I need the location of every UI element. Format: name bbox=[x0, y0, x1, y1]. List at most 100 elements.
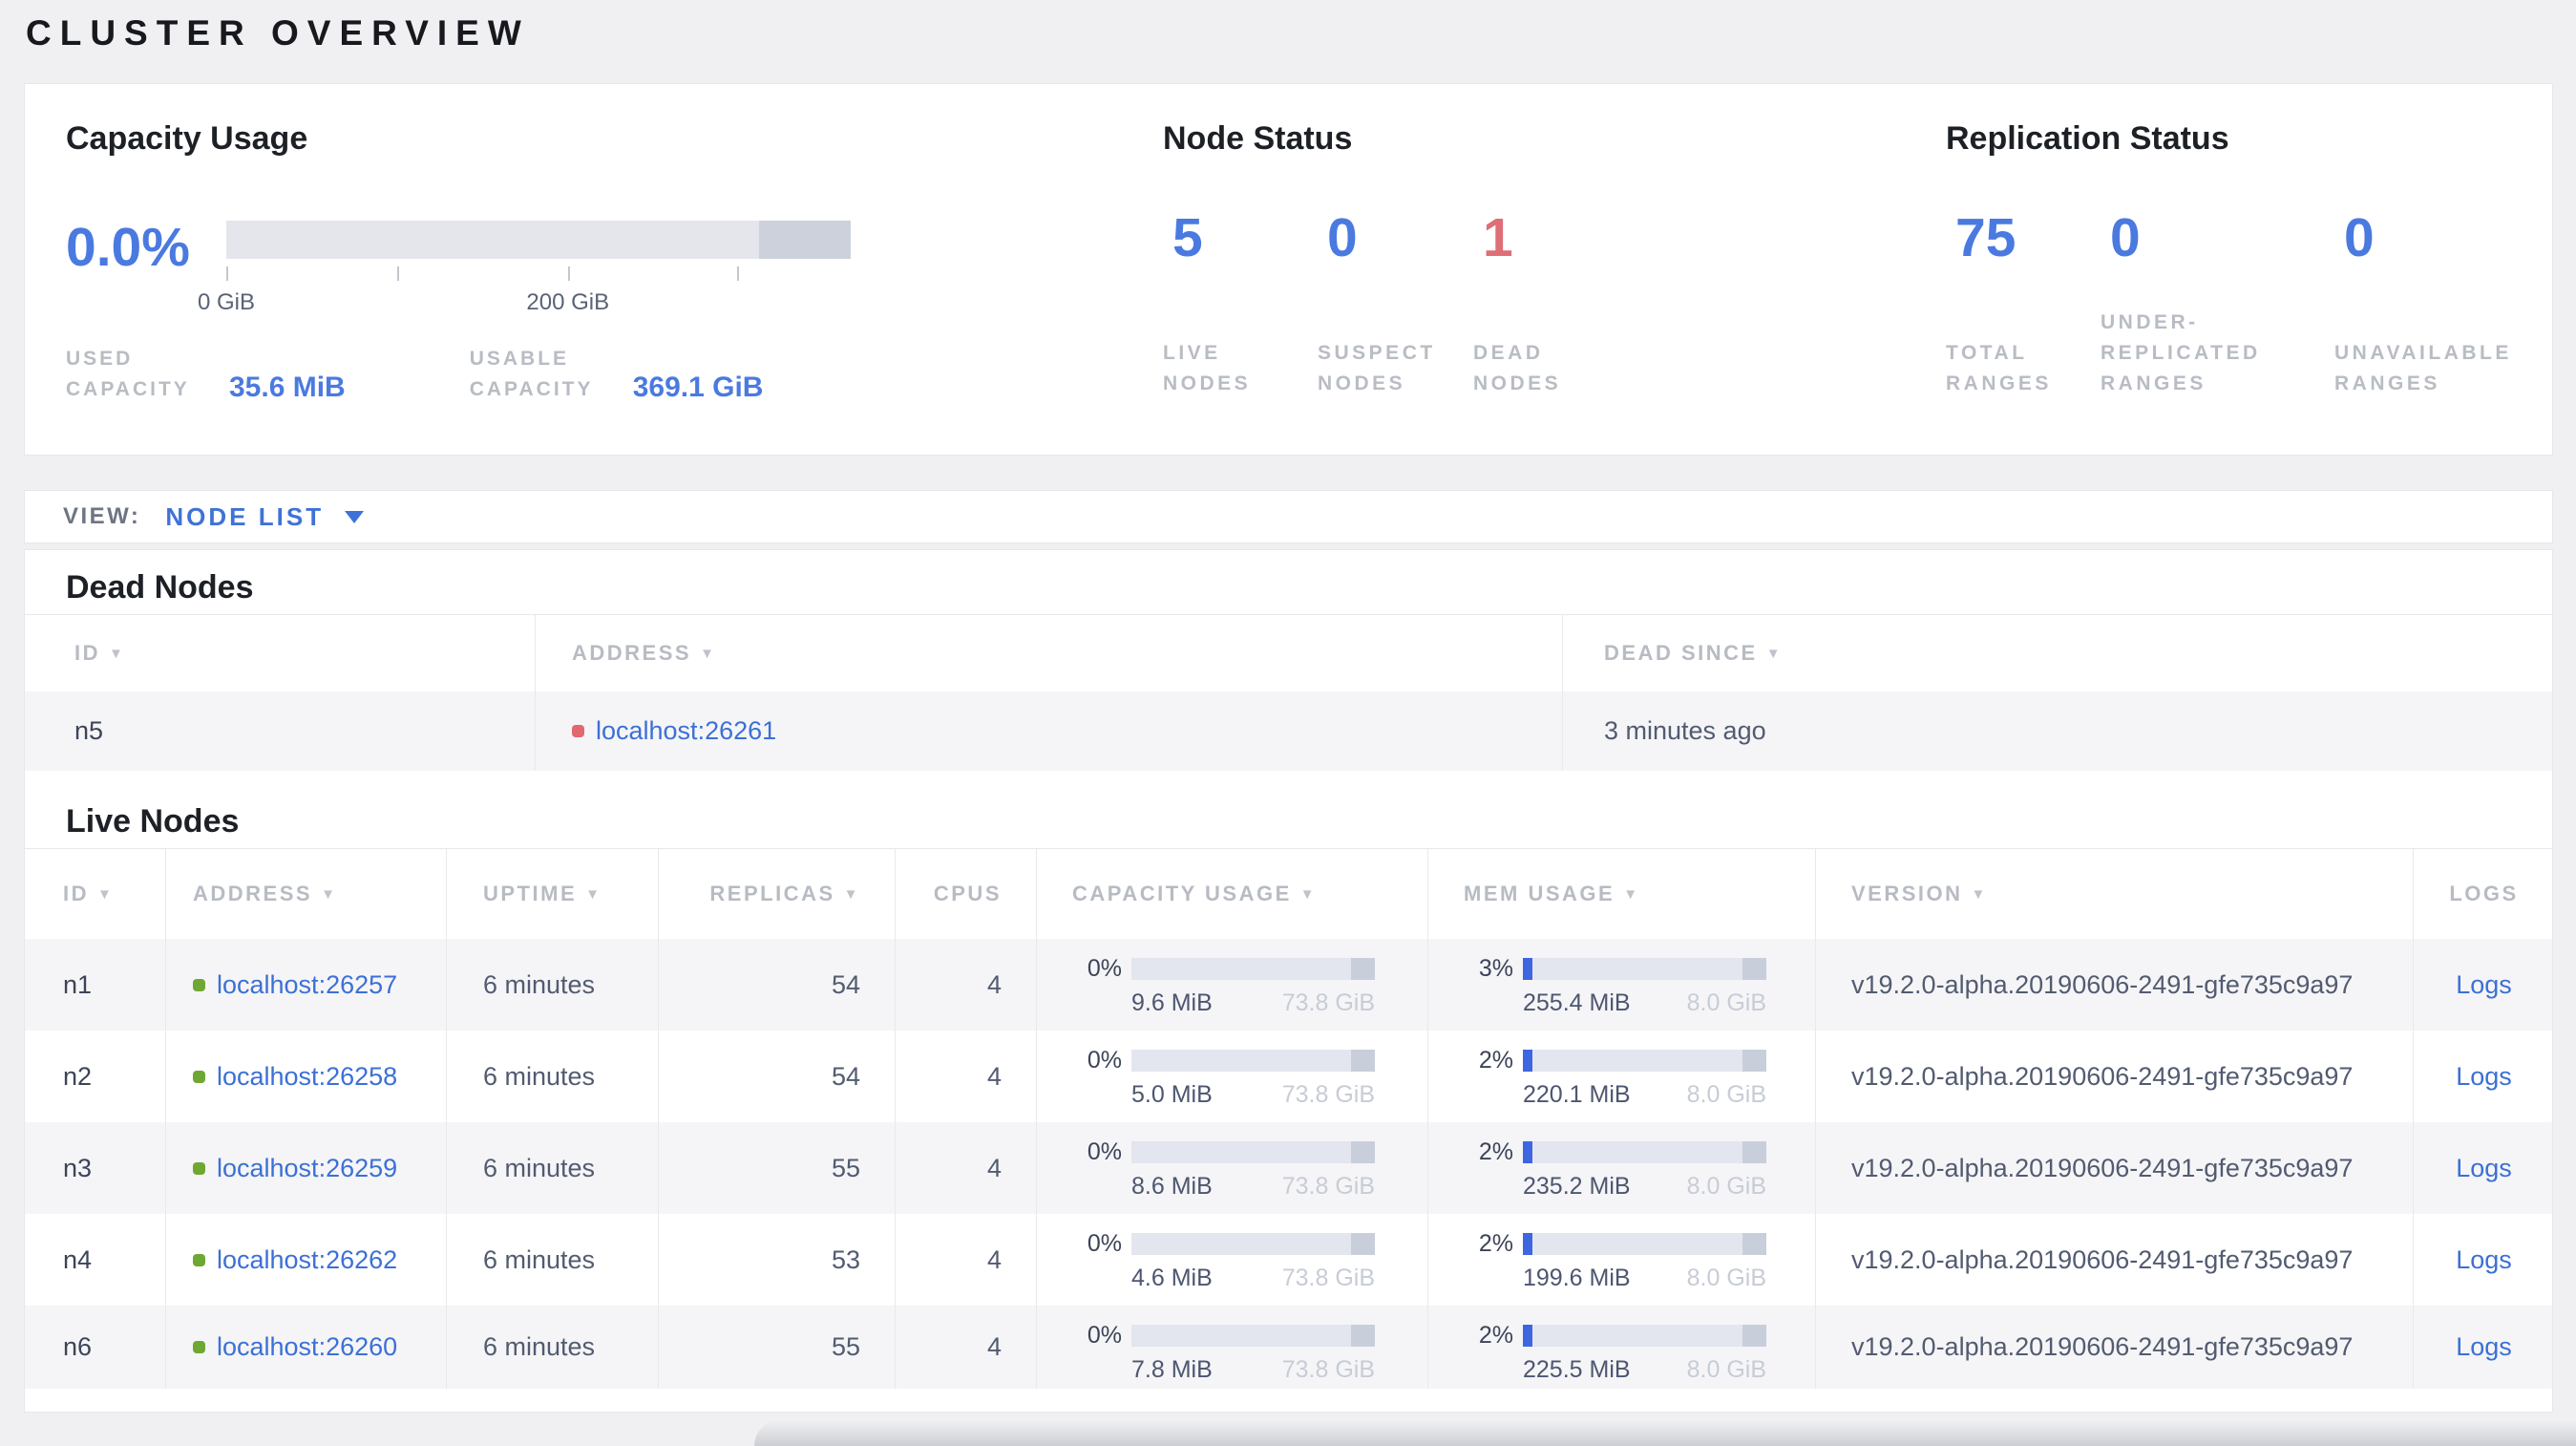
capacity-percent: 0% bbox=[1087, 1138, 1122, 1165]
sort-arrow-icon: ▼ bbox=[585, 885, 602, 903]
node-address-cell: localhost:26260 bbox=[165, 1306, 446, 1389]
mem-reserved-segment bbox=[1742, 1325, 1766, 1347]
dead-col-dead-since[interactable]: DEAD SINCE ▼ bbox=[1562, 615, 2552, 691]
live-col-replicas[interactable]: REPLICAS ▼ bbox=[658, 849, 895, 939]
live-col-mem-usage[interactable]: MEM USAGE ▼ bbox=[1427, 849, 1815, 939]
node-address-link[interactable]: localhost:26262 bbox=[217, 1245, 397, 1275]
used-capacity-value: 35.6 MiB bbox=[229, 372, 346, 403]
chevron-down-icon bbox=[345, 510, 365, 523]
node-cpus: 4 bbox=[895, 939, 1036, 1031]
dead-nodes-header-row: ID ▼ ADDRESS ▼ DEAD SINCE ▼ bbox=[25, 614, 2552, 691]
dead-col-address[interactable]: ADDRESS ▼ bbox=[535, 615, 1562, 691]
node-address-cell: localhost:26259 bbox=[165, 1122, 446, 1214]
live-col-version[interactable]: VERSION ▼ bbox=[1815, 849, 2413, 939]
unavailable-ranges-stat: 0 UNAVAILABLE RANGES bbox=[2334, 206, 2549, 399]
suspect-nodes-stat: 0 SUSPECT NODES bbox=[1318, 206, 1473, 399]
used-capacity-label: USED CAPACITY bbox=[66, 348, 190, 400]
node-id: n3 bbox=[63, 1153, 93, 1182]
capacity-mini-bar bbox=[1131, 1325, 1375, 1347]
total-ranges-stat: 75 TOTAL RANGES bbox=[1946, 206, 2101, 399]
node-cpus: 4 bbox=[895, 1031, 1036, 1122]
live-col-cpus[interactable]: CPUS bbox=[895, 849, 1036, 939]
usable-capacity-label: USABLE CAPACITY bbox=[469, 348, 594, 400]
mem-fill-segment bbox=[1523, 1050, 1532, 1072]
mem-reserved-segment bbox=[1742, 1233, 1766, 1255]
view-selector-dropdown[interactable]: NODE LIST bbox=[165, 502, 365, 532]
node-id: n1 bbox=[63, 969, 93, 999]
capacity-reserved-segment bbox=[1351, 1141, 1375, 1163]
node-logs-link[interactable]: Logs bbox=[2456, 1154, 2512, 1183]
axis-tick bbox=[396, 266, 399, 281]
mem-mini-bar bbox=[1523, 1050, 1766, 1072]
unavailable-ranges-label: UNAVAILABLE RANGES bbox=[2334, 342, 2512, 394]
capacity-used-value: 4.6 MiB bbox=[1131, 1265, 1213, 1291]
mem-fill-segment bbox=[1523, 1141, 1532, 1163]
mem-total-value: 8.0 GiB bbox=[1686, 989, 1766, 1016]
capacity-mini-bar bbox=[1131, 1050, 1375, 1072]
capacity-usage-bar bbox=[226, 221, 851, 259]
capacity-reserved-segment bbox=[1351, 1233, 1375, 1255]
node-uptime: 6 minutes bbox=[446, 1031, 658, 1122]
capacity-used-percent: 0.0% bbox=[66, 217, 190, 278]
replication-stats: 75 TOTAL RANGES 0 UNDER- REPLICATED RANG… bbox=[1946, 206, 2549, 399]
node-address-cell: localhost:26257 bbox=[165, 939, 446, 1031]
sort-arrow-icon: ▼ bbox=[1623, 885, 1640, 903]
dead-nodes-heading: Dead Nodes bbox=[66, 569, 254, 606]
node-address-link[interactable]: localhost:26259 bbox=[217, 1154, 397, 1183]
node-mem-usage-cell: 2% 220.1 MiB 8.0 GiB bbox=[1427, 1031, 1815, 1122]
mem-used-value: 199.6 MiB bbox=[1523, 1265, 1631, 1291]
live-col-capacity-usage[interactable]: CAPACITY USAGE ▼ bbox=[1036, 849, 1427, 939]
suspect-nodes-label: SUSPECT NODES bbox=[1318, 342, 1436, 394]
view-selected-value[interactable]: NODE LIST bbox=[165, 502, 324, 532]
capacity-total-value: 73.8 GiB bbox=[1281, 1356, 1375, 1383]
node-uptime: 6 minutes bbox=[446, 939, 658, 1031]
node-id: n6 bbox=[63, 1332, 93, 1361]
live-nodes-stat: 5 LIVE NODES bbox=[1163, 206, 1318, 399]
node-live-status-icon bbox=[193, 1161, 205, 1175]
node-uptime: 6 minutes bbox=[446, 1214, 658, 1306]
capacity-used-value: 7.8 MiB bbox=[1131, 1356, 1213, 1383]
node-logs-cell: Logs bbox=[2413, 1306, 2552, 1389]
used-capacity-stat: USED CAPACITY 35.6 MiB bbox=[66, 344, 346, 405]
live-col-uptime[interactable]: UPTIME ▼ bbox=[446, 849, 658, 939]
node-address-link[interactable]: localhost:26260 bbox=[217, 1332, 397, 1362]
node-logs-link[interactable]: Logs bbox=[2456, 1332, 2512, 1362]
node-cpus: 4 bbox=[895, 1122, 1036, 1214]
live-col-address[interactable]: ADDRESS ▼ bbox=[165, 849, 446, 939]
axis-tick-label: 200 GiB bbox=[526, 289, 610, 315]
live-nodes-heading: Live Nodes bbox=[66, 803, 240, 840]
node-uptime: 6 minutes bbox=[446, 1122, 658, 1214]
dead-col-id[interactable]: ID ▼ bbox=[25, 615, 535, 691]
node-mem-usage-cell: 2% 199.6 MiB 8.0 GiB bbox=[1427, 1214, 1815, 1306]
node-logs-link[interactable]: Logs bbox=[2456, 1245, 2512, 1275]
unavailable-ranges-count: 0 bbox=[2344, 207, 2375, 268]
node-logs-cell: Logs bbox=[2413, 1122, 2552, 1214]
capacity-percent: 0% bbox=[1087, 1230, 1122, 1257]
node-logs-link[interactable]: Logs bbox=[2456, 970, 2512, 1000]
live-col-id[interactable]: ID ▼ bbox=[25, 849, 165, 939]
capacity-used-value: 9.6 MiB bbox=[1131, 989, 1213, 1016]
mem-total-value: 8.0 GiB bbox=[1686, 1173, 1766, 1200]
capacity-mini-bar bbox=[1131, 1141, 1375, 1163]
node-capacity-usage-cell: 0% 5.0 MiB 73.8 GiB bbox=[1036, 1031, 1427, 1122]
bottom-shadow bbox=[754, 1420, 2576, 1446]
node-version: v19.2.0-alpha.20190606-2491-gfe735c9a97 bbox=[1815, 1031, 2413, 1122]
node-address-link[interactable]: localhost:26257 bbox=[217, 970, 397, 1000]
live-nodes-count: 5 bbox=[1172, 207, 1203, 268]
node-address-link[interactable]: localhost:26258 bbox=[217, 1062, 397, 1092]
node-address-link[interactable]: localhost:26261 bbox=[596, 716, 776, 746]
node-replicas: 55 bbox=[658, 1306, 895, 1389]
view-label: VIEW: bbox=[63, 503, 141, 529]
sort-arrow-icon: ▼ bbox=[1971, 885, 1988, 903]
capacity-mini-bar bbox=[1131, 1233, 1375, 1255]
mem-percent: 2% bbox=[1478, 1230, 1513, 1257]
dead-nodes-label: DEAD NODES bbox=[1473, 342, 1562, 394]
node-version: v19.2.0-alpha.20190606-2491-gfe735c9a97 bbox=[1815, 939, 2413, 1031]
page-title: CLUSTER OVERVIEW bbox=[26, 13, 530, 53]
mem-used-value: 235.2 MiB bbox=[1523, 1173, 1631, 1200]
mem-reserved-segment bbox=[1742, 1050, 1766, 1072]
node-logs-link[interactable]: Logs bbox=[2456, 1062, 2512, 1092]
axis-tick bbox=[567, 266, 570, 281]
node-capacity-usage-cell: 0% 7.8 MiB 73.8 GiB bbox=[1036, 1306, 1427, 1389]
node-capacity-usage-cell: 0% 4.6 MiB 73.8 GiB bbox=[1036, 1214, 1427, 1306]
